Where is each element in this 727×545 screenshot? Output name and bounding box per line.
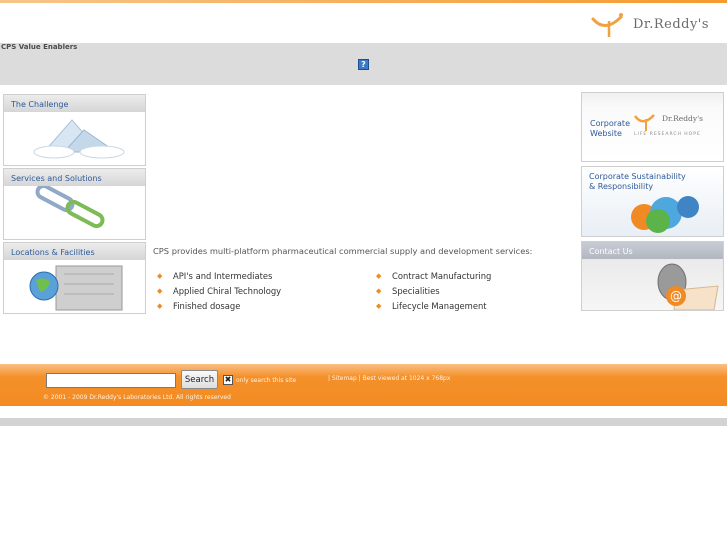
sustainability-box[interactable]: Corporate Sustainability & Responsibilit… (581, 166, 724, 237)
locations-title[interactable]: Locations & Facilities (4, 243, 145, 260)
help-icon[interactable]: ? (358, 59, 369, 70)
band-label: CPS Value Enablers (1, 43, 78, 51)
bullet-icon: ◆ (376, 301, 382, 310)
top-accent-line (0, 0, 727, 3)
site-search-checkbox[interactable]: ✖ (223, 375, 233, 385)
services-list-right: ◆ Contract Manufacturing ◆ Specialities ◆ L… (372, 268, 491, 313)
challenge-box[interactable]: The Challenge (3, 94, 146, 166)
bullet-icon: ◆ (376, 271, 382, 280)
svg-text:@: @ (670, 289, 682, 303)
contact-us-title[interactable]: Contact Us (589, 247, 633, 257)
locations-box[interactable]: Locations & Facilities (3, 242, 146, 314)
list-item: ◆ Specialities (372, 283, 491, 298)
list-item: ◆ API's and Intermediates (153, 268, 281, 283)
services-list-left: ◆ API's and Intermediates ◆ Applied Chiral… (153, 268, 281, 313)
intro-text: CPS provides multi-platform pharmaceutic… (153, 246, 533, 256)
footer-links[interactable]: | Sitemap | Best viewed at 1024 x 768px (328, 375, 450, 382)
dr-reddys-logo[interactable]: Dr.Reddy's (591, 10, 715, 38)
list-item: ◆ Finished dosage (153, 298, 281, 313)
logo-mark-icon (634, 114, 655, 131)
globe-cluster-icon (631, 196, 699, 233)
services-title[interactable]: Services and Solutions (4, 169, 145, 186)
logo-mark-icon (591, 13, 623, 37)
bullet-icon: ◆ (157, 301, 163, 310)
bullet-icon: ◆ (376, 286, 382, 295)
logo-text: Dr.Reddy's (633, 16, 710, 32)
mountain-cloud-icon (4, 112, 145, 165)
services-box[interactable]: Services and Solutions (3, 168, 146, 240)
corporate-website-link[interactable]: Corporate Website (590, 119, 630, 139)
bullet-icon: ◆ (157, 271, 163, 280)
bottom-gray-bar (0, 418, 727, 426)
corporate-website-box[interactable]: Corporate Website Dr.Reddy's LIFE RESEAR… (581, 92, 724, 162)
list-item: ◆ Lifecycle Management (372, 298, 491, 313)
search-input[interactable] (46, 373, 176, 388)
list-item: ◆ Contract Manufacturing (372, 268, 491, 283)
site-search-label: only search this site (236, 377, 297, 384)
globe-building-icon (4, 260, 145, 313)
chain-link-icon (4, 183, 145, 239)
bullet-icon: ◆ (157, 286, 163, 295)
list-item: ◆ Applied Chiral Technology (153, 283, 281, 298)
copyright-text: © 2001 - 2009 Dr.Reddy's Laboratories Lt… (43, 394, 231, 401)
search-button[interactable]: Search (181, 370, 218, 389)
challenge-title[interactable]: The Challenge (4, 95, 145, 112)
mail-at-icon: @ (657, 263, 719, 310)
contact-us-box[interactable]: Contact Us @ (581, 241, 724, 311)
